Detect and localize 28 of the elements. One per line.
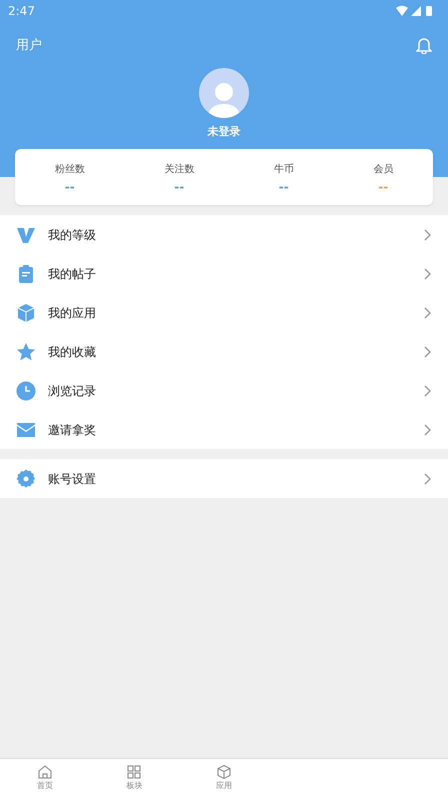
stat-label: 粉丝数 [54,162,85,176]
chevron-icon [424,384,432,396]
stat-value: -- [64,180,75,192]
status-time: 2:47 [8,3,35,20]
bell-button[interactable] [416,36,432,56]
home-icon [36,764,53,780]
stat-label: 关注数 [164,162,194,176]
avatar[interactable] [199,68,249,118]
stat-label: 牛币 [274,162,294,176]
clock-icon [16,380,36,400]
grid-icon [126,764,142,780]
chevron-icon [424,228,432,240]
stat-value: -- [174,180,184,192]
chevron-icon [424,268,432,280]
chevron-icon [424,424,432,436]
stat-label: 会员 [373,162,394,176]
chevron-icon [424,306,432,318]
stat-value: -- [378,180,388,192]
cube-icon [216,764,232,780]
cube-icon [16,302,36,322]
page-title: 用户 [16,37,42,55]
settings-icon [16,468,36,488]
stat-value: -- [278,180,289,192]
star-icon [16,342,36,362]
chevron-icon [424,472,432,484]
clipboard-icon [16,264,36,284]
user-name: 未登录 [208,124,240,140]
chevron-icon [424,346,432,358]
